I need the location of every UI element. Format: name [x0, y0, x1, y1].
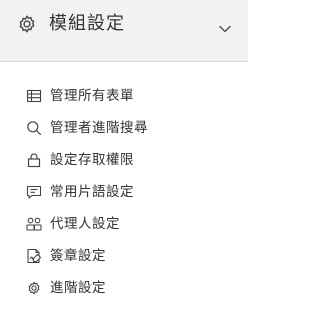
menu-item-label: 進階設定: [50, 280, 106, 296]
menu-item-label: 設定存取權限: [50, 152, 134, 168]
message-icon: [26, 185, 42, 199]
menu-item-advanced-search[interactable]: 管理者進階搜尋: [0, 116, 248, 148]
search-icon: [27, 121, 42, 136]
menu-item-access-permissions[interactable]: 設定存取權限: [0, 148, 248, 180]
menu-item-advanced-settings[interactable]: 進階設定: [0, 276, 248, 308]
chevron-down-icon[interactable]: [218, 22, 232, 36]
module-settings-header[interactable]: 模組設定: [0, 0, 248, 62]
signature-icon: [27, 248, 42, 264]
menu-item-label: 代理人設定: [50, 216, 120, 232]
module-settings-menu: 管理所有表單 管理者進階搜尋 設定存取權限 常用片語設定 代理人設定 簽章設定 …: [0, 84, 248, 308]
menu-item-label: 常用片語設定: [50, 184, 134, 200]
menu-item-common-phrases[interactable]: 常用片語設定: [0, 180, 248, 212]
menu-item-signature-settings[interactable]: 簽章設定: [0, 244, 248, 276]
menu-item-delegate-settings[interactable]: 代理人設定: [0, 212, 248, 244]
menu-item-manage-forms[interactable]: 管理所有表單: [0, 84, 248, 116]
gear-icon: [28, 281, 40, 295]
table-icon: [26, 89, 42, 103]
menu-item-label: 管理者進階搜尋: [50, 120, 148, 136]
lock-icon: [27, 153, 41, 168]
gear-icon: [19, 15, 35, 33]
menu-item-label: 簽章設定: [50, 248, 106, 264]
users-icon: [26, 217, 42, 231]
menu-item-label: 管理所有表單: [50, 88, 134, 104]
module-settings-panel: 模組設定 管理所有表單 管理者進階搜尋 設定存取權限 常用片語設定 代理人設定 …: [0, 0, 248, 312]
header-title: 模組設定: [49, 13, 125, 34]
